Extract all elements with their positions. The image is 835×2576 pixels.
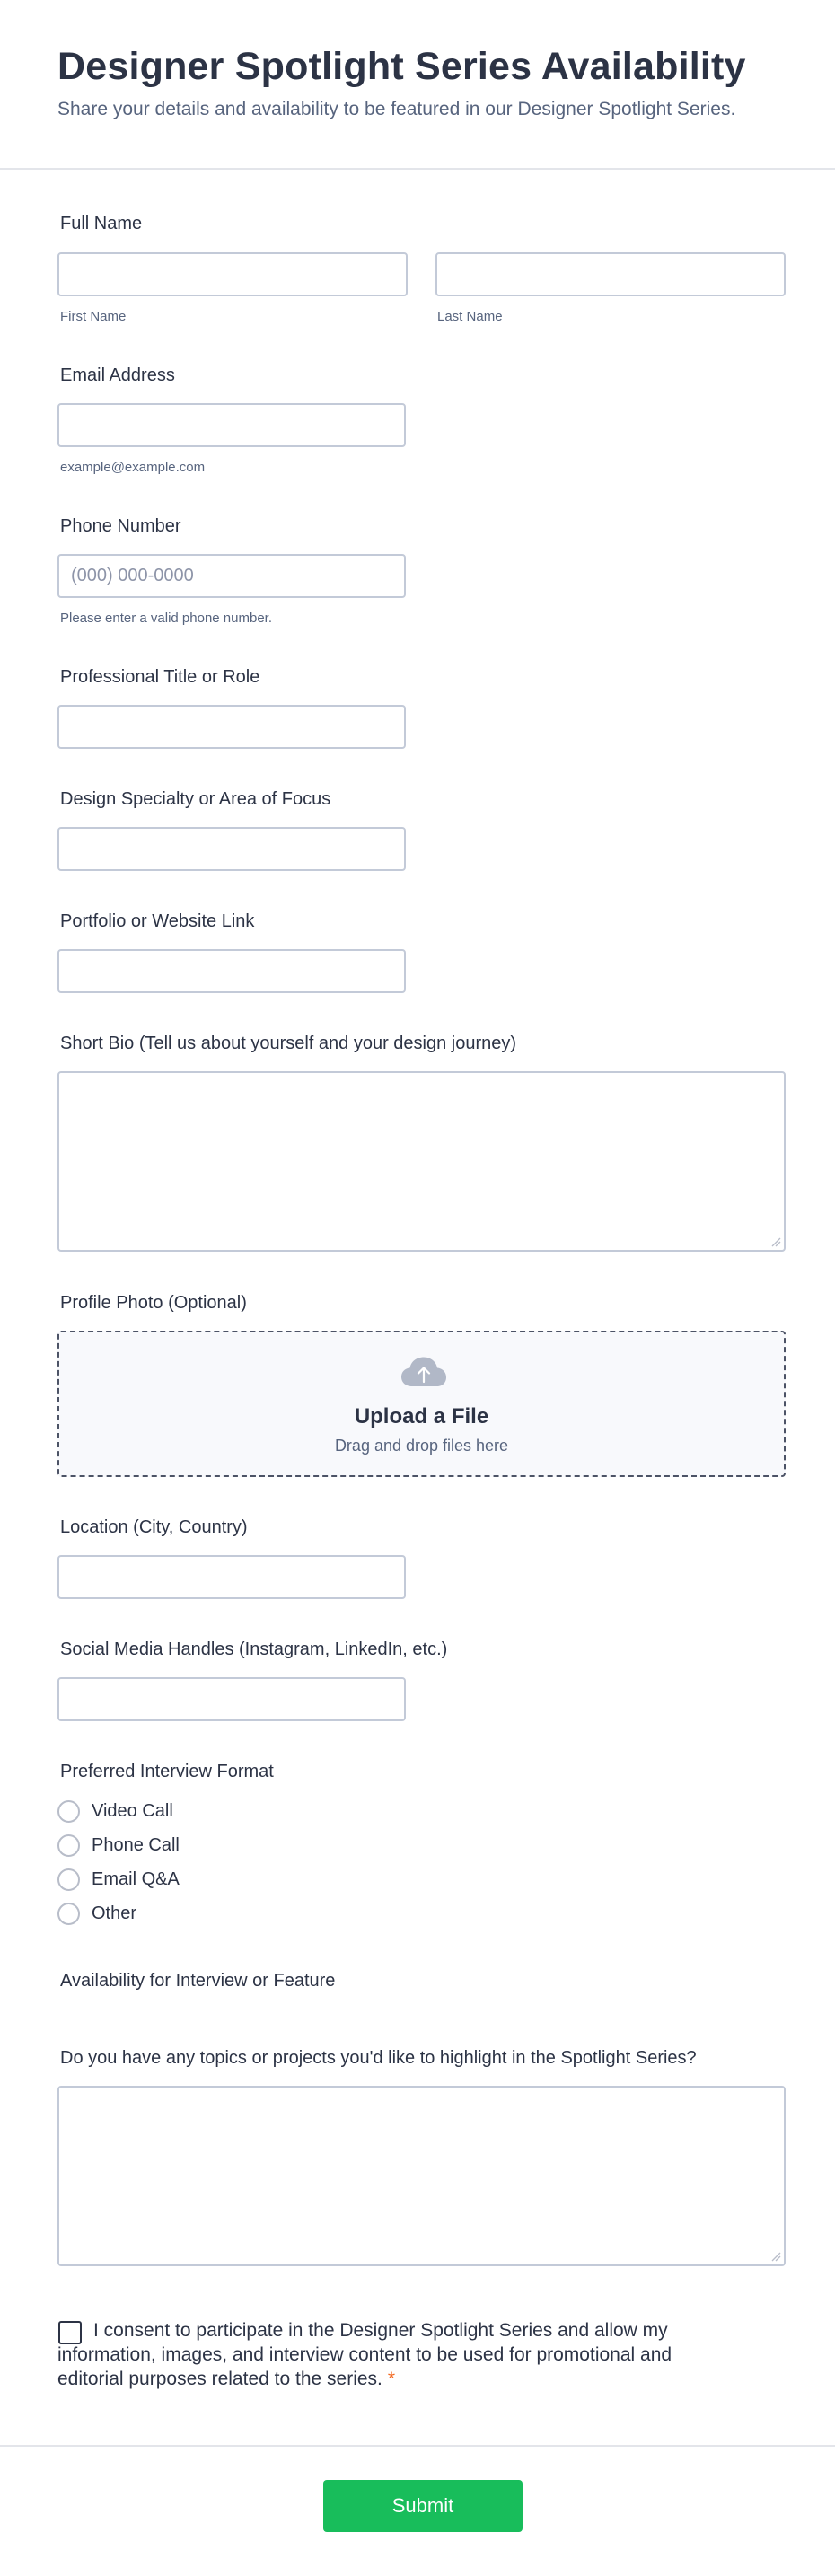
radio-label: Video Call [92, 1800, 173, 1821]
upload-title: Upload a File [354, 1404, 489, 1429]
cloud-upload-icon [401, 1357, 446, 1386]
availability-label: Availability for Interview or Feature [60, 1971, 336, 1991]
social-input[interactable] [57, 1677, 406, 1721]
radio-button[interactable] [57, 1902, 80, 1925]
consent-checkbox[interactable] [58, 2321, 82, 2344]
last-name-sublabel: Last Name [437, 309, 503, 324]
portfolio-label: Portfolio or Website Link [60, 911, 255, 931]
location-label: Location (City, Country) [60, 1517, 248, 1537]
first-name-input[interactable] [57, 252, 408, 296]
form-title: Designer Spotlight Series Availability [57, 45, 746, 88]
email-label: Email Address [60, 365, 175, 385]
location-input[interactable] [57, 1555, 406, 1599]
submit-button[interactable]: Submit [323, 2480, 523, 2532]
footer-divider [0, 2445, 835, 2447]
radio-label: Other [92, 1903, 137, 1923]
topics-textarea[interactable] [57, 2086, 786, 2266]
interview-format-label: Preferred Interview Format [60, 1762, 274, 1781]
social-label: Social Media Handles (Instagram, LinkedI… [60, 1640, 448, 1659]
topics-label: Do you have any topics or projects you'd… [60, 2048, 697, 2068]
email-sublabel: example@example.com [60, 460, 206, 475]
required-asterisk: * [387, 2369, 396, 2389]
form-header: Designer Spotlight Series Availability S… [0, 0, 835, 170]
resize-grip-icon[interactable] [770, 2251, 781, 2262]
radio-option-other[interactable]: Other [57, 1901, 136, 1926]
full-name-label: Full Name [60, 214, 143, 233]
portfolio-input[interactable] [57, 949, 406, 993]
consent-text-block: I consent to participate in the Designer… [57, 2318, 704, 2391]
radio-button[interactable] [57, 1868, 80, 1891]
specialty-input[interactable] [57, 827, 406, 871]
photo-label: Profile Photo (Optional) [60, 1293, 247, 1313]
email-input[interactable] [57, 403, 406, 447]
upload-hint: Drag and drop files here [334, 1437, 509, 1455]
radio-button[interactable] [57, 1833, 80, 1857]
radio-option-video-call[interactable]: Video Call [57, 1798, 173, 1824]
specialty-label: Design Specialty or Area of Focus [60, 789, 331, 809]
title-role-input[interactable] [57, 705, 406, 749]
bio-textarea[interactable] [57, 1071, 786, 1252]
resize-grip-icon[interactable] [770, 1236, 781, 1247]
radio-label: Email Q&A [92, 1868, 180, 1889]
file-upload-dropzone[interactable]: Upload a File Drag and drop files here [57, 1331, 786, 1477]
radio-option-phone-call[interactable]: Phone Call [57, 1833, 180, 1858]
radio-button[interactable] [57, 1799, 80, 1823]
phone-label: Phone Number [60, 516, 181, 536]
title-role-label: Professional Title or Role [60, 667, 260, 687]
last-name-input[interactable] [435, 252, 786, 296]
phone-sublabel: Please enter a valid phone number. [60, 611, 272, 626]
first-name-sublabel: First Name [60, 309, 127, 324]
phone-input[interactable] [57, 554, 406, 598]
consent-text: I consent to participate in the Designer… [57, 2320, 672, 2389]
form-subtitle: Share your details and availability to b… [57, 99, 736, 119]
bio-label: Short Bio (Tell us about yourself and yo… [60, 1033, 517, 1053]
radio-option-email-qa[interactable]: Email Q&A [57, 1867, 180, 1892]
radio-label: Phone Call [92, 1834, 180, 1855]
